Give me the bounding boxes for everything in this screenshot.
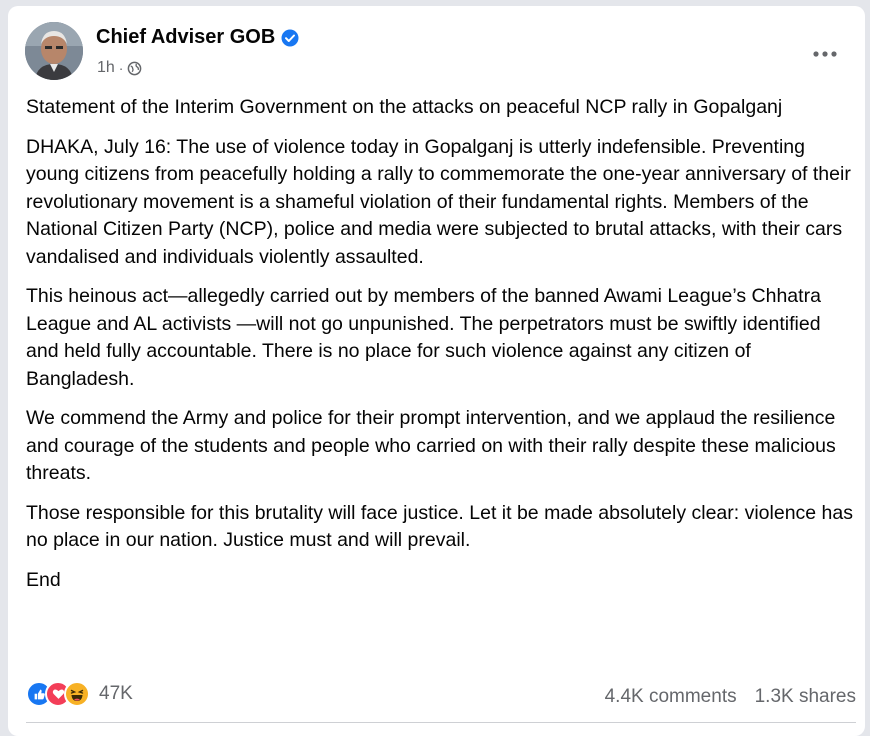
post-headline: Statement of the Interim Government on t… — [26, 96, 783, 118]
post-header: Chief Adviser GOB 1h · — [25, 22, 845, 82]
reaction-count[interactable]: 47K — [99, 683, 133, 705]
author-name[interactable]: Chief Adviser GOB — [96, 26, 275, 49]
post-body: Statement of the Interim Government on t… — [26, 94, 854, 606]
author-avatar[interactable] — [25, 22, 83, 80]
reactions-summary[interactable]: 47K — [26, 681, 133, 707]
engagement-stats: 4.4K comments 1.3K shares — [605, 686, 856, 708]
shares-count-link[interactable]: 1.3K shares — [755, 686, 856, 708]
more-options-icon — [813, 51, 837, 57]
footer-divider — [26, 722, 856, 723]
haha-icon — [64, 681, 90, 707]
post-timestamp[interactable]: 1h — [97, 59, 115, 77]
verified-badge-icon — [281, 29, 299, 47]
post-paragraph: We commend the Army and police for their… — [26, 407, 836, 484]
post-paragraph: Those responsible for this brutality wil… — [26, 501, 853, 552]
more-options-button[interactable] — [807, 36, 843, 72]
globe-icon[interactable] — [127, 61, 142, 76]
engagement-bar: 47K 4.4K comments 1.3K shares — [26, 678, 856, 714]
meta-separator: · — [118, 60, 124, 76]
avatar-image — [25, 22, 83, 80]
post-meta: 1h · — [97, 59, 142, 77]
post-card: Chief Adviser GOB 1h · Statement of the … — [8, 6, 865, 736]
post-paragraph: DHAKA, July 16: The use of violence toda… — [26, 135, 851, 268]
post-end-marker: End — [26, 568, 61, 591]
author-name-row: Chief Adviser GOB — [96, 26, 299, 49]
post-paragraph: This heinous act—allegedly carried out b… — [26, 285, 821, 390]
comments-count-link[interactable]: 4.4K comments — [605, 686, 737, 708]
